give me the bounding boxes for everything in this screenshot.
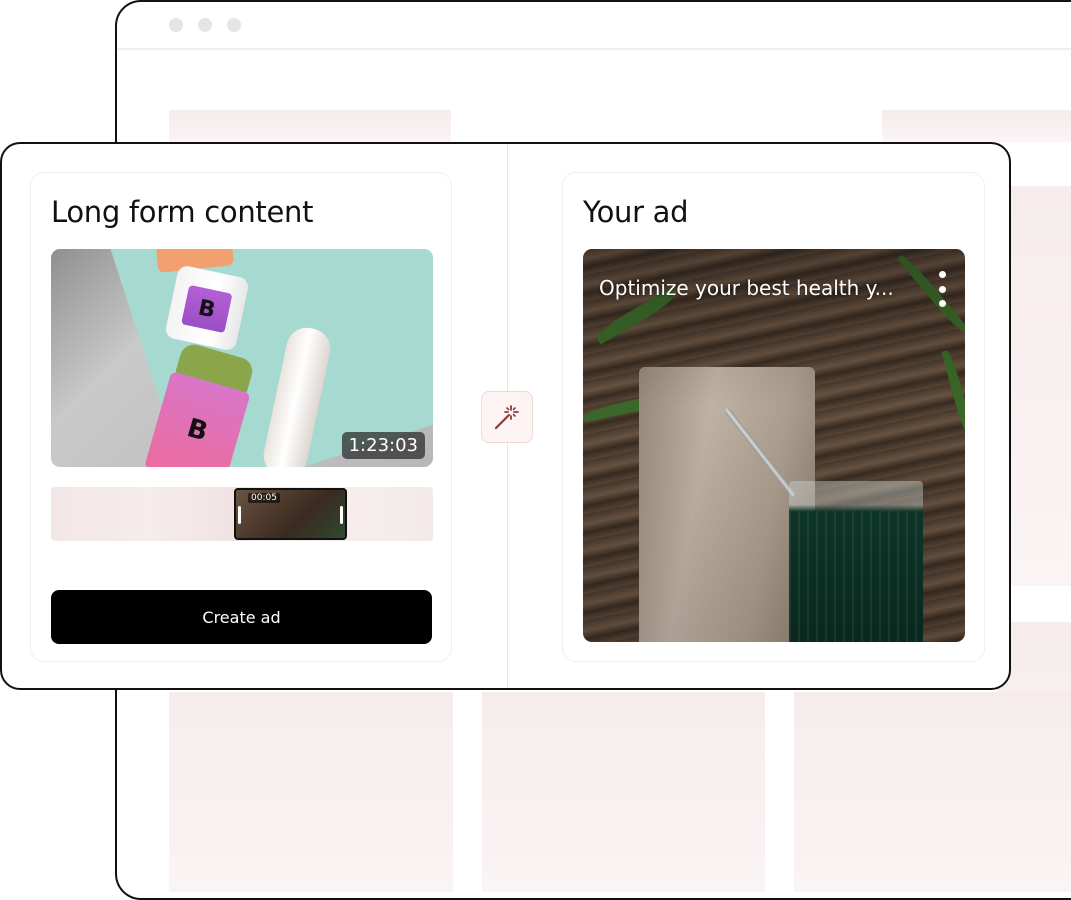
browser-top-bar: [117, 2, 1071, 50]
ad-caption: Optimize your best health y...: [599, 276, 894, 300]
create-ad-button[interactable]: Create ad: [51, 590, 432, 644]
placeholder-block: [794, 692, 1071, 892]
clip-end-handle[interactable]: [340, 506, 343, 524]
placeholder-block: [169, 692, 453, 892]
supplement-tub: B: [164, 264, 250, 352]
brand-logo: B: [181, 284, 233, 334]
clip-timestamp: 00:05: [248, 493, 280, 503]
ad-creator-panel: Long form content B B 1:23:03 00:05 Crea…: [0, 142, 1011, 690]
placeholder-block: [482, 692, 765, 892]
your-ad-card: Your ad Optimize your best health y...: [562, 172, 985, 662]
long-form-content-card: Long form content B B 1:23:03 00:05 Crea…: [30, 172, 452, 662]
window-dot-icon: [169, 18, 183, 32]
window-dot-icon: [227, 18, 241, 32]
card-title: Your ad: [583, 195, 689, 229]
video-timeline[interactable]: 00:05: [51, 487, 433, 541]
placeholder-block: [882, 110, 1071, 142]
placeholder-block: [169, 110, 451, 142]
more-vertical-icon[interactable]: [933, 271, 951, 307]
source-video-thumbnail[interactable]: B B 1:23:03: [51, 249, 433, 467]
magic-generate-button[interactable]: [481, 391, 533, 443]
ad-video-preview[interactable]: Optimize your best health y...: [583, 249, 965, 642]
selected-clip-window[interactable]: 00:05: [234, 488, 347, 540]
window-dot-icon: [198, 18, 212, 32]
magic-wand-icon: [494, 405, 519, 430]
clip-start-handle[interactable]: [238, 506, 241, 524]
video-duration-badge: 1:23:03: [341, 432, 425, 459]
card-title: Long form content: [51, 195, 314, 229]
